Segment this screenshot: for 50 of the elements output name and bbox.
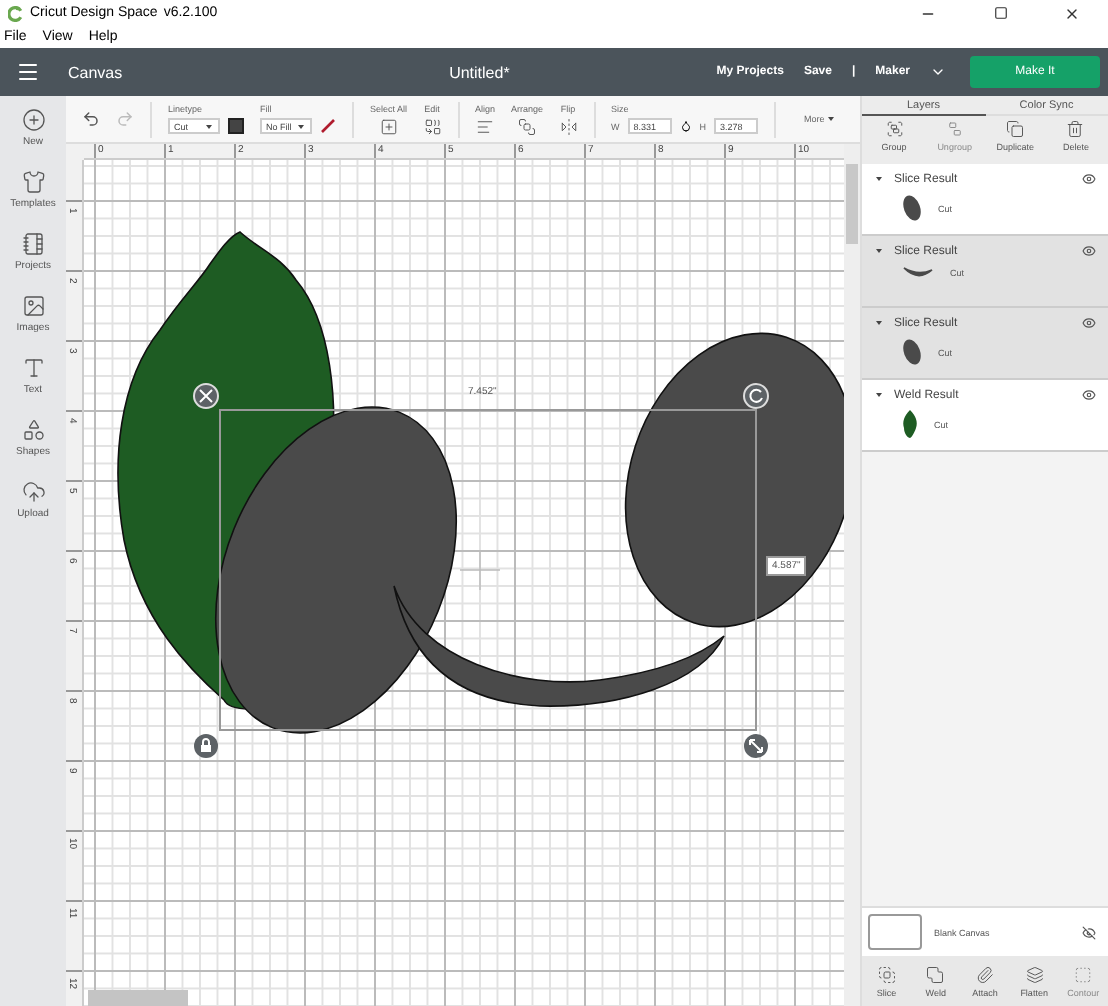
scrollbar-thumb[interactable] [88,990,188,1006]
upload-icon [21,480,45,504]
oval-shape[interactable] [215,406,457,734]
arrange-button[interactable] [518,117,537,135]
align-button[interactable] [476,117,495,135]
header-title: Canvas [68,63,123,81]
flip-button[interactable] [559,117,578,135]
caret-icon [296,121,306,131]
scrollbar-thumb[interactable] [846,164,858,244]
no-fill-icon[interactable] [320,118,336,134]
color-swatch[interactable] [228,118,244,134]
shapes-icon [21,418,45,442]
chevron-down-icon[interactable] [929,64,946,80]
select-all-button[interactable] [379,117,398,135]
eye-off-icon[interactable] [1082,925,1096,939]
layers-icon [1025,965,1044,983]
eye-icon[interactable] [1082,316,1096,330]
notebook-icon [21,232,45,256]
ungroup-icon [945,120,964,138]
slice-icon [877,965,896,983]
menu-icon[interactable] [16,60,40,84]
caret-icon [826,114,837,124]
caret-icon [874,246,884,256]
document-title: Untitled* [447,63,510,81]
crosshair-icon [459,549,501,591]
edit-button[interactable] [423,117,442,135]
caret-icon [204,121,214,131]
duplicate-icon [1006,120,1025,138]
shirt-icon [21,170,45,194]
paperclip-icon [975,965,994,983]
caret-icon [874,390,884,400]
eye-icon[interactable] [1082,172,1096,186]
app-logo-icon [8,5,24,21]
caret-icon [874,174,884,184]
eye-icon[interactable] [1082,244,1096,258]
maximize-icon[interactable] [993,6,1007,20]
image-icon [21,294,45,318]
close-icon[interactable] [1064,5,1080,21]
undo-button[interactable] [82,110,100,128]
plus-icon [21,108,45,132]
weld-icon [926,965,945,983]
blank-canvas-thumbnail[interactable] [868,914,922,950]
eye-icon[interactable] [1082,388,1096,402]
resize-handle-icon[interactable] [744,734,768,758]
text-icon [21,356,45,380]
group-icon [885,120,903,138]
trash-icon [1066,120,1085,138]
arc-shape[interactable] [393,585,725,707]
lock-handle-icon[interactable] [194,734,218,758]
caret-icon [874,318,884,328]
